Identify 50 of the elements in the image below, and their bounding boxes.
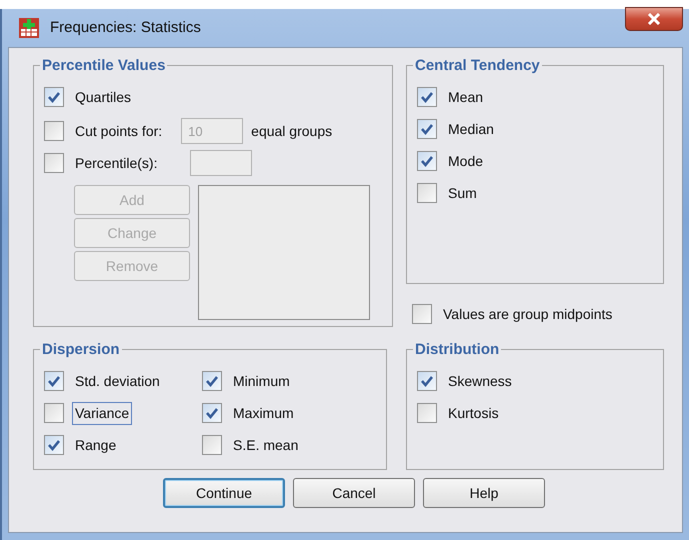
checkbox[interactable] [417, 151, 437, 171]
checkbox-label[interactable]: Maximum [230, 402, 297, 424]
checkbox[interactable] [44, 403, 64, 423]
percentile-list[interactable] [198, 185, 370, 320]
check-icon [420, 123, 434, 135]
checkbox[interactable] [412, 304, 432, 324]
dialog-button[interactable]: Help [423, 478, 545, 508]
window-title: Frequencies: Statistics [50, 18, 201, 38]
checkbox[interactable] [202, 403, 222, 423]
checkbox[interactable] [417, 87, 437, 107]
checkbox-label[interactable]: Values are group midpoints [440, 302, 616, 326]
close-icon [646, 13, 662, 25]
check-icon [47, 439, 61, 451]
check-icon [47, 91, 61, 103]
checkbox-label[interactable]: Skewness [445, 370, 515, 392]
group-title: Dispersion [41, 342, 121, 357]
check-icon [47, 375, 61, 387]
check-icon [205, 407, 219, 419]
checkbox-label[interactable]: S.E. mean [230, 434, 302, 456]
checkbox[interactable] [44, 435, 64, 455]
group-title: Percentile Values [41, 58, 166, 73]
checkbox-label[interactable]: Variance [72, 402, 132, 424]
checkbox-label[interactable]: Quartiles [72, 86, 134, 108]
dialog-button[interactable]: Cancel [293, 478, 415, 508]
checkbox[interactable] [417, 183, 437, 203]
check-icon [420, 155, 434, 167]
check-icon [420, 91, 434, 103]
checkbox[interactable] [202, 371, 222, 391]
checkbox-label[interactable]: Std. deviation [72, 370, 163, 392]
checkbox[interactable] [417, 119, 437, 139]
checkbox-label[interactable]: Mode [445, 150, 486, 172]
check-icon [205, 375, 219, 387]
checkbox-label[interactable]: Mean [445, 86, 486, 108]
checkbox[interactable] [417, 371, 437, 391]
checkbox[interactable] [44, 87, 64, 107]
group-title: Central Tendency [414, 58, 541, 73]
checkbox[interactable] [202, 435, 222, 455]
checkbox-label[interactable]: Sum [445, 182, 480, 204]
checkbox[interactable] [44, 371, 64, 391]
check-icon [420, 375, 434, 387]
checkbox-label[interactable]: Kurtosis [445, 402, 502, 424]
app-icon [18, 17, 40, 39]
checkbox-label[interactable]: Median [445, 118, 497, 140]
dialog-button[interactable]: Continue [163, 478, 285, 508]
checkbox-label[interactable]: Range [72, 434, 120, 456]
field-suffix: equal groups [251, 122, 332, 141]
close-button[interactable] [625, 7, 683, 31]
checkbox[interactable] [417, 403, 437, 423]
group-title: Distribution [414, 342, 500, 357]
checkbox-label[interactable]: Minimum [230, 370, 293, 392]
